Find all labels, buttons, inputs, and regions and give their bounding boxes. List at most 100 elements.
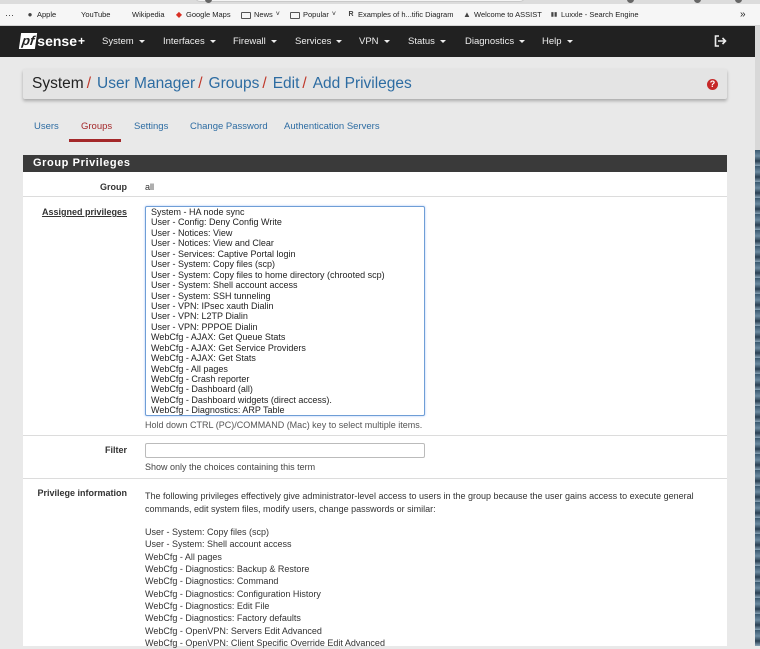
admin-privilege-item: WebCfg - Diagnostics: Edit File	[145, 601, 270, 612]
privilege-information-text: The following privileges effectively giv…	[145, 491, 694, 514]
tab-groups[interactable]: Groups	[81, 121, 112, 141]
breadcrumb-groups[interactable]: Groups	[209, 75, 260, 92]
more-bookmarks-icon[interactable]: »	[740, 8, 746, 22]
nav-interfaces[interactable]: Interfaces	[163, 26, 216, 57]
bookmark-wikipedia[interactable]: Wikipedia	[132, 8, 165, 22]
folder-icon	[241, 11, 251, 19]
chevron-down-icon: ˅	[331, 11, 336, 18]
nav-firewall[interactable]: Firewall	[233, 26, 277, 57]
nav-diagnostics[interactable]: Diagnostics	[465, 26, 526, 57]
breadcrumb: System / User Manager / Groups / Edit / Add Priv…	[23, 69, 727, 99]
filter-input[interactable]	[145, 443, 425, 458]
privilege-option[interactable]: WebCfg - AJAX: Get Stats	[146, 353, 424, 363]
breadcrumb-edit[interactable]: Edit	[273, 75, 300, 92]
caret-down-icon	[336, 39, 343, 43]
caret-down-icon	[566, 39, 573, 43]
nav-services[interactable]: Services	[295, 26, 343, 57]
assigned-privileges-select[interactable]: System - HA node sync User - Config: Deny…	[145, 206, 425, 416]
researchgate-icon: R	[348, 11, 354, 18]
bookmarks-bar: ⋯ ● Apple YouTube Wikipedia ◆ Google Map…	[0, 4, 760, 26]
extension-icon[interactable]	[205, 0, 212, 3]
bookmark-google-maps[interactable]: ◆ Google Maps	[175, 8, 231, 22]
privilege-option[interactable]: WebCfg - AJAX: Get Queue Stats	[146, 332, 424, 342]
privilege-option[interactable]: User - VPN: L2TP Dialin	[146, 311, 424, 321]
privileges-hint: Hold down CTRL (PC)/COMMAND (Mac) key to…	[145, 420, 423, 430]
bookmark-welcome-assist[interactable]: ▲ Welcome to ASSIST	[463, 8, 542, 22]
bookmark-folder-popular[interactable]: Popular ˅	[290, 8, 336, 22]
tab-settings[interactable]: Settings	[134, 121, 168, 141]
nav-status[interactable]: Status	[408, 26, 446, 57]
privilege-option[interactable]: WebCfg - Diagnostics: ARP Table	[146, 405, 424, 415]
nav-help[interactable]: Help	[542, 26, 573, 57]
folder-icon	[290, 11, 300, 19]
nav-system[interactable]: System	[102, 26, 145, 57]
assigned-privileges-label: Assigned privileges	[41, 207, 127, 217]
bookmark-youtube[interactable]: YouTube	[81, 8, 110, 22]
breadcrumb-system: System	[32, 75, 84, 92]
toolbar-icon[interactable]	[627, 0, 634, 3]
privilege-option[interactable]: WebCfg - Dashboard widgets (direct acces…	[146, 395, 424, 405]
bookmark-apple[interactable]: ● Apple	[26, 8, 57, 22]
group-privileges-panel: Group Privileges Group all Assigned priv…	[23, 155, 727, 649]
help-icon[interactable]: ?	[707, 79, 718, 90]
caret-down-icon	[519, 39, 526, 43]
admin-privilege-item: WebCfg - Diagnostics: Backup & Restore	[145, 564, 310, 575]
admin-privilege-item: WebCfg - All pages	[145, 551, 222, 562]
logo-plus-icon: +	[77, 34, 85, 48]
caret-down-icon	[209, 39, 216, 43]
divider	[23, 435, 727, 436]
background-window-image	[755, 150, 760, 646]
privilege-option[interactable]: WebCfg - Dashboard (all)	[146, 384, 424, 394]
bookmark-examples-diagram[interactable]: R Examples of h...tific Diagram	[347, 8, 453, 22]
privilege-option[interactable]: User - Services: Captive Portal login	[146, 249, 424, 259]
privilege-option[interactable]: WebCfg - All pages	[146, 364, 424, 374]
group-value: all	[145, 182, 155, 192]
privilege-option[interactable]: User - Notices: View and Clear	[146, 238, 424, 248]
group-label: Group	[100, 182, 127, 192]
admin-privilege-item: WebCfg - Diagnostics: Factory defaults	[145, 613, 301, 624]
privilege-option[interactable]: User - System: Copy files to home direct…	[146, 270, 424, 280]
breadcrumb-add-privileges[interactable]: Add Privileges	[313, 75, 412, 92]
breadcrumb-user-manager[interactable]: User Manager	[97, 75, 195, 92]
caret-down-icon	[138, 39, 145, 43]
privilege-option[interactable]: System - HA node sync	[146, 207, 424, 217]
privilege-option[interactable]: User - VPN: PPPOE Dialin	[146, 322, 424, 332]
privilege-option[interactable]: WebCfg - AJAX: Get Service Providers	[146, 343, 424, 353]
logout-icon[interactable]	[714, 35, 727, 47]
toolbar-icon[interactable]	[735, 0, 742, 3]
privilege-option[interactable]: WebCfg - Crash reporter	[146, 374, 424, 384]
tab-users[interactable]: Users	[34, 121, 59, 141]
admin-privilege-item: WebCfg - OpenVPN: Client Specific Overri…	[145, 638, 385, 649]
pfsense-logo[interactable]: pf sense +	[18, 32, 85, 50]
address-bar[interactable]	[195, 0, 525, 2]
tab-authentication-servers[interactable]: Authentication Servers	[284, 121, 380, 141]
nav-vpn[interactable]: VPN	[359, 26, 390, 57]
admin-privilege-item: WebCfg - OpenVPN: Servers Edit Advanced	[145, 625, 322, 636]
privilege-option[interactable]: User - Notices: View	[146, 228, 424, 238]
admin-privilege-item: User - System: Copy files (scp)	[145, 527, 270, 537]
luxxle-icon: ▮▮	[550, 12, 558, 18]
divider	[23, 196, 727, 197]
chevron-down-icon: ˅	[275, 11, 280, 18]
admin-privilege-item: WebCfg - Diagnostics: Configuration Hist…	[145, 588, 321, 599]
privilege-option[interactable]: User - System: SSH tunneling	[146, 291, 424, 301]
admin-privilege-item: WebCfg - Diagnostics: Command	[145, 576, 279, 587]
privilege-option[interactable]: User - Config: Deny Config Write	[146, 217, 424, 227]
privilege-option[interactable]: User - System: Copy files (scp)	[146, 259, 424, 269]
sidebar-toggle-icon[interactable]: ⋯	[5, 8, 14, 22]
active-tab-indicator	[69, 139, 121, 142]
bookmark-luxxle[interactable]: ▮▮ Luxxle - Search Engine	[550, 8, 639, 22]
bookmark-folder-news[interactable]: News ˅	[241, 8, 280, 22]
privilege-option[interactable]: User - VPN: IPsec xauth Dialin	[146, 301, 424, 311]
divider	[23, 478, 727, 479]
toolbar-icon[interactable]	[694, 0, 701, 3]
privilege-option[interactable]: User - System: Shell account access	[146, 280, 424, 290]
apple-icon: ●	[27, 10, 33, 19]
panel-title: Group Privileges	[23, 155, 727, 172]
google-maps-icon: ◆	[175, 10, 183, 19]
admin-privilege-item: User - System: Shell account access	[145, 539, 292, 550]
privilege-information-label: Privilege information	[37, 488, 127, 498]
caret-down-icon	[383, 39, 390, 43]
caret-down-icon	[439, 39, 446, 43]
tab-change-password[interactable]: Change Password	[190, 121, 268, 141]
